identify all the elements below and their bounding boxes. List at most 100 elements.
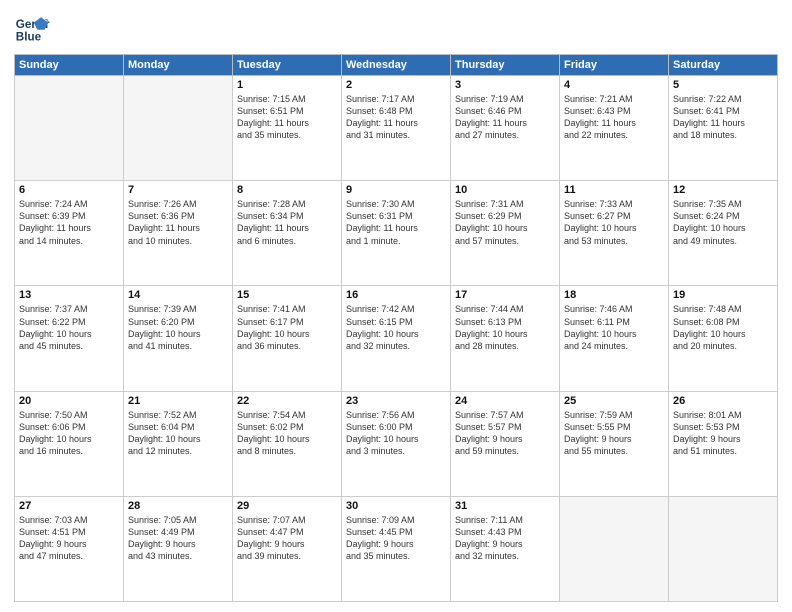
day-info: Sunrise: 7:26 AM Sunset: 6:36 PM Dayligh… — [128, 198, 228, 247]
page: General Blue SundayMondayTuesdayWednesda… — [0, 0, 792, 612]
day-number: 15 — [237, 289, 337, 301]
day-number: 18 — [564, 289, 664, 301]
calendar-cell — [669, 496, 778, 601]
calendar-cell: 16Sunrise: 7:42 AM Sunset: 6:15 PM Dayli… — [342, 286, 451, 391]
calendar-cell: 4Sunrise: 7:21 AM Sunset: 6:43 PM Daylig… — [560, 76, 669, 181]
day-info: Sunrise: 7:05 AM Sunset: 4:49 PM Dayligh… — [128, 514, 228, 563]
day-header-tuesday: Tuesday — [233, 55, 342, 76]
calendar-cell: 6 Sunrise: 7:24 AM Sunset: 6:39 PM Daylig… — [15, 181, 124, 286]
day-number: 16 — [346, 289, 446, 301]
day-number: 26 — [673, 395, 773, 407]
day-number: 21 — [128, 395, 228, 407]
week-row-3: 13Sunrise: 7:37 AM Sunset: 6:22 PM Dayli… — [15, 286, 778, 391]
day-info: Sunrise: 7:46 AM Sunset: 6:11 PM Dayligh… — [564, 303, 664, 352]
day-info: Sunrise: 7:09 AM Sunset: 4:45 PM Dayligh… — [346, 514, 446, 563]
logo-icon: General Blue — [14, 10, 50, 46]
day-info: Sunrise: 7:28 AM Sunset: 6:34 PM Dayligh… — [237, 198, 337, 247]
week-row-1: 1Sunrise: 7:15 AM Sunset: 6:51 PM Daylig… — [15, 76, 778, 181]
day-info: Sunrise: 8:01 AM Sunset: 5:53 PM Dayligh… — [673, 409, 773, 458]
day-header-thursday: Thursday — [451, 55, 560, 76]
day-number: 25 — [564, 395, 664, 407]
day-header-wednesday: Wednesday — [342, 55, 451, 76]
day-number: 30 — [346, 500, 446, 512]
day-info: Sunrise: 7:33 AM Sunset: 6:27 PM Dayligh… — [564, 198, 664, 247]
day-info: Sunrise: 7:21 AM Sunset: 6:43 PM Dayligh… — [564, 93, 664, 142]
day-info: Sunrise: 7:19 AM Sunset: 6:46 PM Dayligh… — [455, 93, 555, 142]
day-header-monday: Monday — [124, 55, 233, 76]
calendar-cell: 28 Sunrise: 7:05 AM Sunset: 4:49 PM Dayli… — [124, 496, 233, 601]
day-number: 2 — [346, 79, 446, 91]
day-info: Sunrise: 7:44 AM Sunset: 6:13 PM Dayligh… — [455, 303, 555, 352]
calendar-cell — [15, 76, 124, 181]
calendar-cell: 31 Sunrise: 7:11 AM Sunset: 4:43 PM Dayli… — [451, 496, 560, 601]
calendar-cell: 3 Sunrise: 7:19 AM Sunset: 6:46 PM Daylig… — [451, 76, 560, 181]
calendar-header-row: SundayMondayTuesdayWednesdayThursdayFrid… — [15, 55, 778, 76]
calendar-cell: 12Sunrise: 7:35 AM Sunset: 6:24 PM Dayli… — [669, 181, 778, 286]
day-number: 23 — [346, 395, 446, 407]
day-number: 14 — [128, 289, 228, 301]
calendar-cell: 18 Sunrise: 7:46 AM Sunset: 6:11 PM Dayli… — [560, 286, 669, 391]
calendar-cell: 8 Sunrise: 7:28 AM Sunset: 6:34 PM Daylig… — [233, 181, 342, 286]
day-info: Sunrise: 7:59 AM Sunset: 5:55 PM Dayligh… — [564, 409, 664, 458]
day-info: Sunrise: 7:41 AM Sunset: 6:17 PM Dayligh… — [237, 303, 337, 352]
day-number: 22 — [237, 395, 337, 407]
week-row-2: 6 Sunrise: 7:24 AM Sunset: 6:39 PM Daylig… — [15, 181, 778, 286]
day-number: 3 — [455, 79, 555, 91]
day-number: 24 — [455, 395, 555, 407]
day-info: Sunrise: 7:22 AM Sunset: 6:41 PM Dayligh… — [673, 93, 773, 142]
calendar-cell: 15 Sunrise: 7:41 AM Sunset: 6:17 PM Dayli… — [233, 286, 342, 391]
calendar-cell: 21 Sunrise: 7:52 AM Sunset: 6:04 PM Dayli… — [124, 391, 233, 496]
day-info: Sunrise: 7:24 AM Sunset: 6:39 PM Dayligh… — [19, 198, 119, 247]
calendar-cell: 7Sunrise: 7:26 AM Sunset: 6:36 PM Daylig… — [124, 181, 233, 286]
day-number: 17 — [455, 289, 555, 301]
calendar-cell: 26 Sunrise: 8:01 AM Sunset: 5:53 PM Dayli… — [669, 391, 778, 496]
day-number: 20 — [19, 395, 119, 407]
calendar-cell: 1Sunrise: 7:15 AM Sunset: 6:51 PM Daylig… — [233, 76, 342, 181]
day-info: Sunrise: 7:17 AM Sunset: 6:48 PM Dayligh… — [346, 93, 446, 142]
week-row-4: 20 Sunrise: 7:50 AM Sunset: 6:06 PM Dayli… — [15, 391, 778, 496]
calendar-cell: 5 Sunrise: 7:22 AM Sunset: 6:41 PM Daylig… — [669, 76, 778, 181]
calendar-cell: 24 Sunrise: 7:57 AM Sunset: 5:57 PM Dayli… — [451, 391, 560, 496]
day-info: Sunrise: 7:35 AM Sunset: 6:24 PM Dayligh… — [673, 198, 773, 247]
svg-text:Blue: Blue — [16, 31, 42, 44]
calendar-cell: 14 Sunrise: 7:39 AM Sunset: 6:20 PM Dayli… — [124, 286, 233, 391]
calendar-cell: 20 Sunrise: 7:50 AM Sunset: 6:06 PM Dayli… — [15, 391, 124, 496]
day-number: 1 — [237, 79, 337, 91]
day-number: 8 — [237, 184, 337, 196]
calendar-cell: 9Sunrise: 7:30 AM Sunset: 6:31 PM Daylig… — [342, 181, 451, 286]
day-info: Sunrise: 7:52 AM Sunset: 6:04 PM Dayligh… — [128, 409, 228, 458]
calendar-cell: 27Sunrise: 7:03 AM Sunset: 4:51 PM Dayli… — [15, 496, 124, 601]
calendar-cell: 25 Sunrise: 7:59 AM Sunset: 5:55 PM Dayli… — [560, 391, 669, 496]
day-header-sunday: Sunday — [15, 55, 124, 76]
day-info: Sunrise: 7:48 AM Sunset: 6:08 PM Dayligh… — [673, 303, 773, 352]
day-number: 5 — [673, 79, 773, 91]
day-number: 27 — [19, 500, 119, 512]
day-info: Sunrise: 7:07 AM Sunset: 4:47 PM Dayligh… — [237, 514, 337, 563]
day-header-friday: Friday — [560, 55, 669, 76]
day-info: Sunrise: 7:39 AM Sunset: 6:20 PM Dayligh… — [128, 303, 228, 352]
calendar-cell: 17 Sunrise: 7:44 AM Sunset: 6:13 PM Dayli… — [451, 286, 560, 391]
day-number: 6 — [19, 184, 119, 196]
day-info: Sunrise: 7:57 AM Sunset: 5:57 PM Dayligh… — [455, 409, 555, 458]
day-info: Sunrise: 7:56 AM Sunset: 6:00 PM Dayligh… — [346, 409, 446, 458]
day-number: 9 — [346, 184, 446, 196]
day-info: Sunrise: 7:37 AM Sunset: 6:22 PM Dayligh… — [19, 303, 119, 352]
calendar-cell: 23 Sunrise: 7:56 AM Sunset: 6:00 PM Dayli… — [342, 391, 451, 496]
calendar-cell: 11 Sunrise: 7:33 AM Sunset: 6:27 PM Dayli… — [560, 181, 669, 286]
day-number: 11 — [564, 184, 664, 196]
day-number: 10 — [455, 184, 555, 196]
day-number: 28 — [128, 500, 228, 512]
day-number: 29 — [237, 500, 337, 512]
day-info: Sunrise: 7:50 AM Sunset: 6:06 PM Dayligh… — [19, 409, 119, 458]
calendar-cell: 19Sunrise: 7:48 AM Sunset: 6:08 PM Dayli… — [669, 286, 778, 391]
calendar-cell — [124, 76, 233, 181]
calendar-cell: 13Sunrise: 7:37 AM Sunset: 6:22 PM Dayli… — [15, 286, 124, 391]
day-info: Sunrise: 7:11 AM Sunset: 4:43 PM Dayligh… — [455, 514, 555, 563]
calendar-cell: 22 Sunrise: 7:54 AM Sunset: 6:02 PM Dayli… — [233, 391, 342, 496]
day-info: Sunrise: 7:54 AM Sunset: 6:02 PM Dayligh… — [237, 409, 337, 458]
calendar-cell: 2 Sunrise: 7:17 AM Sunset: 6:48 PM Daylig… — [342, 76, 451, 181]
day-info: Sunrise: 7:31 AM Sunset: 6:29 PM Dayligh… — [455, 198, 555, 247]
week-row-5: 27Sunrise: 7:03 AM Sunset: 4:51 PM Dayli… — [15, 496, 778, 601]
calendar-cell — [560, 496, 669, 601]
day-number: 31 — [455, 500, 555, 512]
